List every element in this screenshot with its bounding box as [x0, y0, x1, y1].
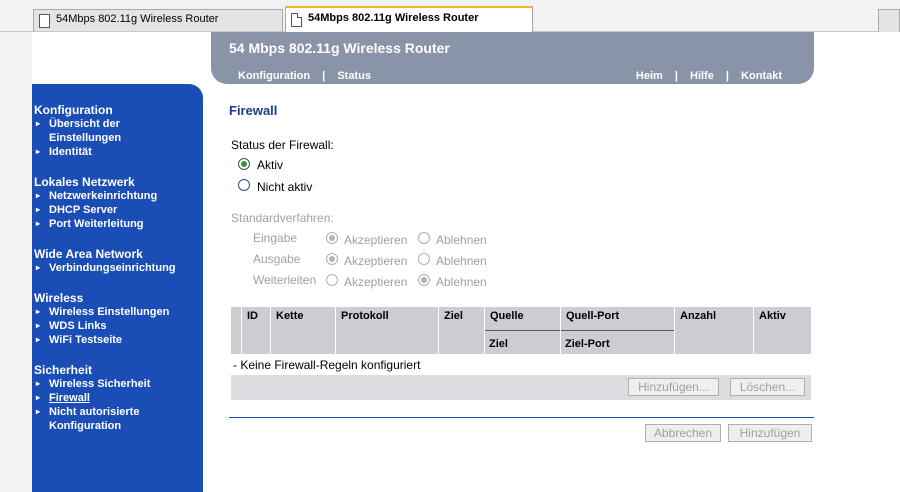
weiterleiten-ablehnen-radio[interactable] — [418, 274, 430, 286]
left-margin — [0, 32, 32, 492]
router-header: 54 Mbps 802.11g Wireless Router Konfigur… — [211, 32, 814, 84]
table-footer: Hinzufügen... Löschen... — [231, 375, 811, 400]
header-title: 54 Mbps 802.11g Wireless Router — [229, 40, 450, 56]
weiterleiten-ablehnen-label: Ablehnen — [436, 275, 487, 289]
sidebar-item-netzwerkeinrichtung[interactable]: Netzwerkeinrichtung — [36, 189, 157, 203]
table-header: ID Kette Protokoll Ziel Quelle Ziel Quel… — [231, 307, 811, 354]
sidebar-item-label-line2: Einstellungen — [49, 132, 122, 144]
browser-tab-label: 54Mbps 802.11g Wireless Router — [56, 13, 219, 25]
nav-hilfe[interactable]: Hilfe — [690, 70, 714, 82]
sidebar-item-label: Nicht autorisierte — [49, 406, 140, 418]
delete-rule-button[interactable]: Löschen... — [730, 378, 805, 396]
divider — [229, 417, 814, 418]
ausgabe-ablehnen-radio[interactable] — [418, 253, 430, 265]
cancel-button[interactable]: Abbrechen — [645, 424, 721, 442]
nav-status[interactable]: Status — [337, 70, 371, 82]
header-nav-left: Konfiguration | Status — [238, 70, 371, 82]
eingabe-akzeptieren-radio[interactable] — [326, 232, 338, 244]
nav-separator: | — [674, 70, 678, 82]
ausgabe-ablehnen-label: Ablehnen — [436, 254, 487, 268]
sidebar-item-wifi-testseite[interactable]: WiFi Testseite — [36, 333, 122, 347]
sidebar-section-wan: Wide Area Network — [34, 247, 143, 261]
browser-tab-bar: 54Mbps 802.11g Wireless Router 54Mbps 80… — [0, 0, 900, 32]
sidebar: Konfiguration Übersicht der Einstellunge… — [32, 84, 203, 492]
col-quell-port: Quell-Port Ziel-Port — [560, 307, 674, 354]
browser-tab-2[interactable]: 54Mbps 802.11g Wireless Router — [285, 6, 533, 32]
sidebar-item-nicht-autorisierte-konfiguration[interactable]: Nicht autorisierte Konfiguration — [36, 405, 140, 433]
col-kette: Kette — [270, 307, 335, 354]
header-nav-right: Heim | Hilfe | Kontakt — [636, 70, 782, 82]
sidebar-item-verbindungseinrichtung[interactable]: Verbindungseinrichtung — [36, 261, 175, 275]
sidebar-item-dhcp-server[interactable]: DHCP Server — [36, 203, 117, 217]
nav-separator: | — [322, 70, 326, 82]
sidebar-item-wireless-sicherheit[interactable]: Wireless Sicherheit — [36, 377, 150, 391]
status-label: Status der Firewall: — [231, 138, 334, 152]
nav-konfiguration[interactable]: Konfiguration — [238, 70, 310, 82]
status-aktiv-label: Aktiv — [257, 158, 284, 172]
sidebar-item-identitaet[interactable]: Identität — [36, 145, 92, 159]
col-id: ID — [241, 307, 270, 354]
browser-tab-label: 54Mbps 802.11g Wireless Router — [308, 12, 479, 24]
policy-eingabe-label: Eingabe — [253, 231, 298, 245]
weiterleiten-akzeptieren-label: Akzeptieren — [344, 275, 408, 289]
col-aktiv: Aktiv — [753, 307, 811, 354]
ausgabe-akzeptieren-label: Akzeptieren — [344, 254, 408, 268]
status-nicht-aktiv-radio[interactable] — [238, 179, 250, 191]
nav-kontakt[interactable]: Kontakt — [741, 70, 782, 82]
submit-button[interactable]: Hinzufügen — [728, 424, 812, 442]
sidebar-item-label: Übersicht der — [49, 118, 120, 130]
empty-rules-message: - Keine Firewall-Regeln konfiguriert — [233, 358, 421, 372]
eingabe-ablehnen-radio[interactable] — [418, 232, 430, 244]
ausgabe-akzeptieren-radio[interactable] — [326, 253, 338, 265]
page-icon — [291, 13, 302, 27]
weiterleiten-akzeptieren-radio[interactable] — [326, 274, 338, 286]
sidebar-item-port-weiterleitung[interactable]: Port Weiterleitung — [36, 217, 143, 231]
col-anzahl: Anzahl — [674, 307, 753, 354]
sidebar-item-wireless-einstellungen[interactable]: Wireless Einstellungen — [36, 305, 169, 319]
browser-tab-1[interactable]: 54Mbps 802.11g Wireless Router — [33, 9, 283, 31]
tab-strip-end — [878, 9, 900, 32]
policy-ausgabe-label: Ausgabe — [253, 252, 301, 266]
policy-label: Standardverfahren: — [231, 211, 334, 225]
sidebar-item-uebersicht[interactable]: Übersicht der Einstellungen — [36, 117, 122, 145]
sidebar-section-lokales-netzwerk: Lokales Netzwerk — [34, 175, 135, 189]
col-quelle: Quelle Ziel — [484, 307, 560, 354]
sidebar-item-label-line2: Konfiguration — [49, 420, 122, 432]
sidebar-section-sicherheit: Sicherheit — [34, 363, 93, 377]
policy-weiterleiten-label: Weiterleiten — [253, 273, 317, 287]
eingabe-ablehnen-label: Ablehnen — [436, 233, 487, 247]
sidebar-item-wds-links[interactable]: WDS Links — [36, 319, 107, 333]
col-quelle-sub: Ziel — [485, 330, 560, 350]
page-icon — [39, 14, 50, 28]
sidebar-item-firewall[interactable]: Firewall — [36, 391, 90, 405]
page-title: Firewall — [229, 103, 278, 118]
add-rule-button[interactable]: Hinzufügen... — [628, 378, 719, 396]
sidebar-section-konfiguration: Konfiguration — [34, 103, 113, 117]
sidebar-section-wireless: Wireless — [34, 291, 84, 305]
col-ziel: Ziel — [438, 307, 484, 354]
status-aktiv-radio[interactable] — [238, 158, 250, 170]
nav-heim[interactable]: Heim — [636, 70, 663, 82]
eingabe-akzeptieren-label: Akzeptieren — [344, 233, 408, 247]
col-protokoll: Protokoll — [335, 307, 438, 354]
nav-separator: | — [725, 70, 729, 82]
col-quell-port-sub: Ziel-Port — [561, 330, 674, 350]
status-nicht-aktiv-label: Nicht aktiv — [257, 180, 313, 194]
